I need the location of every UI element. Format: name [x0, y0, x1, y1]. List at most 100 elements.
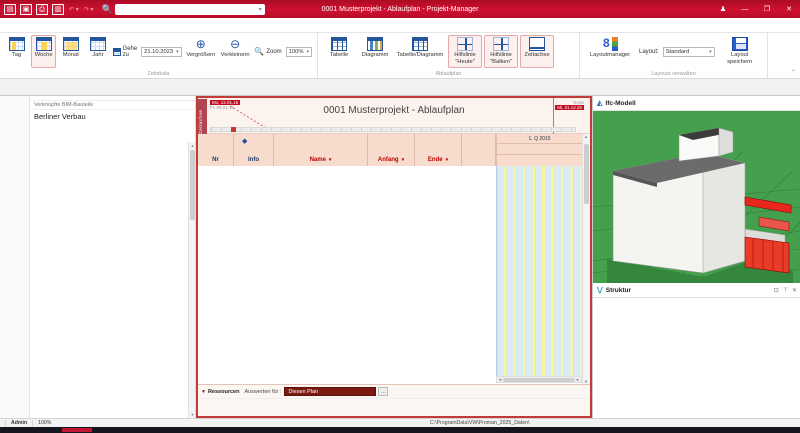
- account-icon[interactable]: ♟: [712, 0, 734, 18]
- minimize-button[interactable]: —: [734, 0, 756, 18]
- hilfslinie-heute-button[interactable]: Hilfslinie "Heute": [448, 35, 482, 68]
- zoom-icon: 🔍: [254, 45, 264, 59]
- taskbar-app-icon[interactable]: [62, 428, 92, 432]
- ribbon: Tag Woche Monat Jahr Gehe zu 21.10.2023▾…: [0, 33, 800, 79]
- resources-panel: ▼ Ressourcen Auswerten für : Diesen Plan…: [198, 384, 590, 416]
- search-input[interactable]: ▾: [115, 4, 265, 15]
- restore-button[interactable]: ❐: [756, 0, 778, 18]
- tabelle-button[interactable]: Tabelle: [322, 35, 356, 68]
- ribbon-group-ablaufplan: Tabelle Diagramm Tabelle/Diagramm Hilfsl…: [318, 33, 580, 78]
- resources-collapse-icon[interactable]: ▼: [201, 389, 206, 395]
- menu-bar: [0, 18, 800, 33]
- structure-tree: [593, 298, 800, 418]
- gantt-month-row: [497, 144, 582, 155]
- column-header-ende[interactable]: Ende▾: [415, 134, 462, 166]
- bim-tree: [30, 142, 188, 418]
- layout-select[interactable]: Standard▾: [663, 47, 715, 57]
- resources-title: Ressourcen: [208, 389, 240, 395]
- search-caret[interactable]: ▾: [259, 6, 262, 13]
- search-icon: 🔍: [101, 4, 112, 15]
- quick-access-save-icon[interactable]: ▣: [20, 4, 32, 15]
- filter-diamond-icon[interactable]: ◆: [242, 137, 247, 145]
- undo-icon[interactable]: ↶ ▾: [69, 6, 79, 13]
- calendar-month-icon: [63, 37, 79, 51]
- bim-parts-panel: Verknüpfte BIM-Bauteile Berliner Verbau …: [30, 96, 196, 418]
- gantt-header: 1. Q 2015: [496, 134, 582, 166]
- sort-icon[interactable]: ▾: [402, 157, 405, 163]
- bim-caption: Verknüpfte BIM-Bauteile: [30, 101, 195, 110]
- quick-access-list-icon[interactable]: ▤: [4, 4, 16, 15]
- sort-icon[interactable]: ▾: [446, 157, 449, 163]
- time-axis-icon: [529, 37, 545, 51]
- jahr-button[interactable]: Jahr: [85, 35, 110, 68]
- diagramm-button[interactable]: Diagramm: [358, 35, 392, 68]
- close-button[interactable]: ✕: [778, 0, 800, 18]
- timeline-ruler-marker[interactable]: [231, 127, 236, 132]
- verkleinern-button[interactable]: ⊖Verkleinern: [219, 35, 251, 68]
- structure-icon: ⋁: [597, 286, 603, 294]
- ribbon-group-layouts: Layoutmanager Layout: Standard▾ Layout s…: [580, 33, 768, 78]
- ifc-3d-viewport[interactable]: [593, 111, 800, 283]
- zoom-select[interactable]: 100%▾: [286, 47, 312, 57]
- layout-label: Layout:: [639, 49, 659, 55]
- chevron-down-icon: ▾: [306, 49, 309, 55]
- goto-date-field[interactable]: 21.10.2023▾: [141, 47, 182, 57]
- status-zoom: 100%: [38, 420, 51, 426]
- column-header-name[interactable]: Name▾: [274, 134, 368, 166]
- zoom-out-icon: ⊖: [230, 37, 240, 51]
- schedule-header: Mo, 12.01.15 Fr, 09.01.15 0001 Musterpro…: [198, 98, 590, 134]
- vergroessern-button[interactable]: ⊕Vergrößern: [185, 35, 217, 68]
- structure-header: ⋁ Struktur ⊡ ⊤ ✕: [593, 283, 800, 298]
- ifc-model-title: Ifc-Modell: [605, 100, 635, 107]
- taskbar-strip: [0, 427, 800, 433]
- calendar-day-icon: [9, 37, 25, 51]
- chevron-down-icon: ▾: [709, 49, 712, 55]
- woche-button[interactable]: Woche: [31, 35, 56, 68]
- column-header-info[interactable]: Info: [234, 134, 274, 166]
- redo-icon[interactable]: ↷ ▾: [84, 6, 94, 13]
- quick-access-print-icon[interactable]: ⎙: [36, 4, 48, 15]
- monat-button[interactable]: Monat: [58, 35, 83, 68]
- schedule-title: 0001 Musterprojekt - Ablaufplan: [198, 105, 590, 116]
- timeline-ruler[interactable]: [210, 127, 576, 132]
- pin-icon[interactable]: ⊤: [783, 287, 788, 294]
- tabelle-diagramm-button[interactable]: Tabelle/Diagramm: [394, 35, 446, 68]
- group-label-ablaufplan: Ablaufplan: [318, 71, 579, 77]
- structure-title: Struktur: [606, 287, 631, 294]
- ribbon-collapse-icon[interactable]: ⌃: [791, 69, 796, 76]
- more-button[interactable]: ...: [378, 387, 388, 396]
- sort-icon[interactable]: ▾: [329, 157, 332, 163]
- task-table-body: [198, 166, 496, 364]
- plan-scope-field[interactable]: Diesen Plan: [284, 387, 376, 396]
- plan-end-marker[interactable]: Ende Mi, 21.12.25: [555, 100, 584, 110]
- zeitachse-button[interactable]: Zeitachse: [520, 35, 554, 68]
- ifc-3d-model: [593, 111, 800, 283]
- schedule-panel: Mo, 12.01.15 Fr, 09.01.15 0001 Musterpro…: [196, 96, 592, 418]
- guideline-today-icon: [457, 37, 473, 51]
- table-vertical-scrollbar[interactable]: ▲▼: [582, 134, 590, 384]
- column-header-trade[interactable]: [462, 134, 496, 166]
- layout-speichern-button[interactable]: Layout speichern: [718, 35, 762, 68]
- zoom-label: Zoom: [266, 49, 281, 55]
- calendar-year-icon: [90, 37, 106, 51]
- column-header-nr[interactable]: Nr: [198, 134, 234, 166]
- goto-date-label[interactable]: Gehe zu: [123, 46, 140, 58]
- tag-button[interactable]: Tag: [4, 35, 29, 68]
- column-header-anfang[interactable]: Anfang▾: [368, 134, 415, 166]
- layoutmanager-button[interactable]: Layoutmanager: [584, 35, 636, 68]
- goto-date-icon: [113, 48, 120, 56]
- status-bar: Admin 100% C:\ProgramData\VW\Proman_2025…: [0, 418, 800, 427]
- zoom-in-icon: ⊕: [196, 37, 206, 51]
- table-chart-icon: [412, 37, 428, 51]
- layout-manager-icon: [602, 37, 618, 51]
- hilfslinie-balken-button[interactable]: Hilfslinie "Balken": [484, 35, 518, 68]
- save-icon: [732, 37, 748, 51]
- guideline-bar-icon: [493, 37, 509, 51]
- bim-tree-scrollbar[interactable]: ▲ ▼: [188, 142, 195, 418]
- chart-icon: [367, 37, 383, 51]
- group-label-zeitskala: Zeitskala: [0, 71, 317, 77]
- close-panel-icon[interactable]: ✕: [792, 287, 797, 294]
- gantt-horizontal-scrollbar[interactable]: ◄►: [496, 376, 582, 383]
- dock-icon[interactable]: ⊡: [774, 287, 779, 294]
- quick-access-export-icon[interactable]: ▥: [52, 4, 64, 15]
